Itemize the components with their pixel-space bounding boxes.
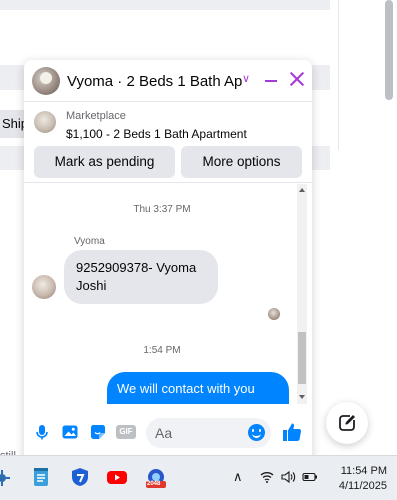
thumbs-up-icon[interactable] xyxy=(281,421,303,443)
clock-time: 11:54 PM xyxy=(340,465,387,477)
close-icon[interactable] xyxy=(289,71,305,87)
listing-source: Marketplace xyxy=(66,110,126,122)
taskbar: 2048 ∧ 11:54 PM 4/11/2025 xyxy=(0,455,397,500)
taskbar-app-partial-icon[interactable] xyxy=(0,468,14,490)
chat-title[interactable]: Vyoma · 2 Beds 1 Bath Apa… xyxy=(67,73,242,90)
minimize-icon[interactable] xyxy=(265,80,277,82)
gif-icon[interactable]: GIF xyxy=(116,423,136,441)
sender-name: Vyoma xyxy=(74,236,105,247)
scrollbar-thumb[interactable] xyxy=(298,332,306,384)
message-list: Thu 3:37 PM Vyoma 9252909378- Vyoma Josh… xyxy=(24,184,312,404)
chevron-down-icon[interactable]: ∨ xyxy=(242,72,250,85)
incoming-message[interactable]: 9252909378- Vyoma Joshi xyxy=(64,250,218,304)
listing-title[interactable]: $1,100 - 2 Beds 1 Bath Apartment xyxy=(66,127,247,141)
scroll-up-arrow[interactable] xyxy=(299,188,305,192)
new-message-button[interactable] xyxy=(326,402,368,444)
message-scrollbar[interactable] xyxy=(297,184,307,404)
sender-avatar[interactable] xyxy=(32,275,56,299)
notepad-app-icon[interactable] xyxy=(30,466,52,488)
background-card-top xyxy=(0,10,335,65)
game-2048-app-icon[interactable]: 2048 xyxy=(144,466,166,488)
seen-receipt-avatar xyxy=(268,308,280,320)
clock-date: 4/11/2025 xyxy=(338,480,387,492)
more-options-button[interactable]: More options xyxy=(181,146,302,178)
timestamp: Thu 3:37 PM xyxy=(133,204,191,215)
timestamp: 1:54 PM xyxy=(143,345,181,356)
listing-thumbnail[interactable] xyxy=(34,111,56,133)
outgoing-message[interactable]: We will contact with you soon xyxy=(107,372,289,404)
mark-as-pending-button[interactable]: Mark as pending xyxy=(34,146,175,178)
photo-icon[interactable] xyxy=(61,423,79,441)
sticker-icon[interactable] xyxy=(89,423,107,441)
wifi-icon[interactable] xyxy=(260,471,274,486)
chat-window: Vyoma · 2 Beds 1 Bath Apa… ∨ Marketplace… xyxy=(24,60,312,470)
chat-header[interactable]: Vyoma · 2 Beds 1 Bath Apa… ∨ xyxy=(24,60,312,102)
shield-app-icon[interactable] xyxy=(69,466,91,488)
volume-icon[interactable] xyxy=(281,470,297,486)
system-clock[interactable]: 11:54 PM 4/11/2025 xyxy=(327,464,387,494)
microphone-icon[interactable] xyxy=(33,423,51,441)
badge-label: 2048 xyxy=(147,481,161,487)
message-composer: GIF xyxy=(24,410,312,456)
scroll-down-arrow[interactable] xyxy=(299,395,305,399)
chevron-up-icon[interactable]: ∧ xyxy=(233,469,243,485)
page-scrollbar-thumb[interactable] xyxy=(385,0,393,100)
marketplace-listing: Marketplace $1,100 - 2 Beds 1 Bath Apart… xyxy=(24,103,312,183)
youtube-app-icon[interactable] xyxy=(106,466,128,488)
emoji-icon[interactable] xyxy=(248,424,265,441)
contact-avatar[interactable] xyxy=(32,67,60,95)
battery-icon[interactable] xyxy=(302,471,318,486)
gif-label: GIF xyxy=(116,425,136,439)
compose-icon xyxy=(339,414,356,431)
